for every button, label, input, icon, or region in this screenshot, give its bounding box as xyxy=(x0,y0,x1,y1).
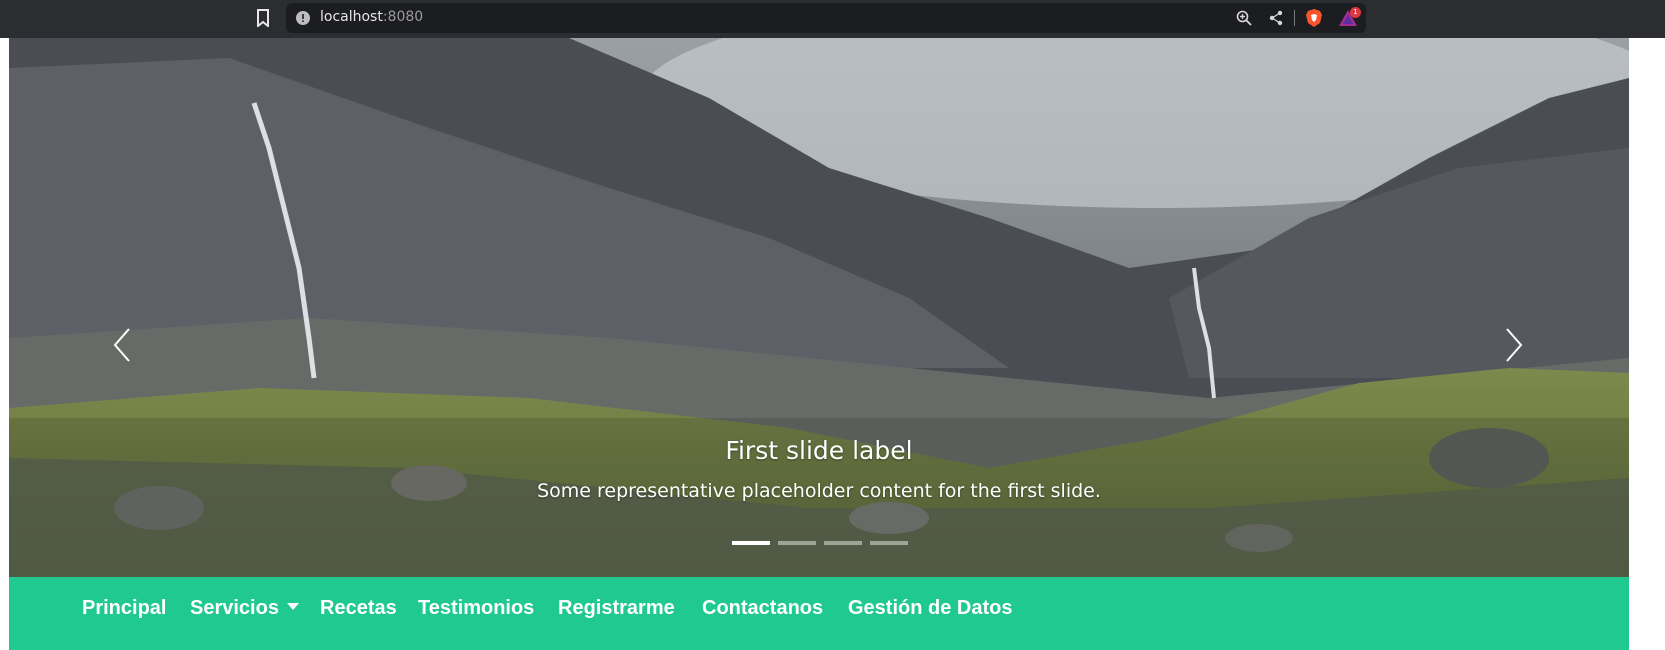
nav-label: Contactanos xyxy=(702,597,824,619)
carousel-next-button[interactable] xyxy=(1501,325,1527,365)
toolbar-divider xyxy=(1294,10,1295,26)
carousel-indicator[interactable] xyxy=(824,541,862,545)
url-host: localhost xyxy=(320,9,383,25)
carousel-indicator[interactable] xyxy=(870,541,908,545)
bookmark-icon[interactable] xyxy=(256,9,270,27)
nav-item-testimonios[interactable]: Testimonios xyxy=(418,597,534,620)
hero-carousel: First slide label Some representative pl… xyxy=(9,38,1629,577)
dropdown-caret-icon xyxy=(286,603,299,610)
nav-item-servicios[interactable]: Servicios xyxy=(190,597,299,620)
main-navbar: Principal Servicios Recetas Testimonios … xyxy=(9,577,1629,650)
carousel-caption-title: First slide label xyxy=(725,436,913,465)
carousel-indicator[interactable] xyxy=(778,541,816,545)
nav-label: Servicios xyxy=(190,597,279,619)
browser-toolbar: localhost:8080 1 xyxy=(0,0,1665,38)
url-text[interactable]: localhost:8080 xyxy=(320,9,423,25)
nav-item-principal[interactable]: Principal xyxy=(82,597,166,620)
carousel-indicator[interactable] xyxy=(732,541,770,545)
nav-label: Recetas xyxy=(320,597,397,619)
nav-label: Principal xyxy=(82,597,167,619)
carousel-prev-button[interactable] xyxy=(109,325,135,365)
nav-item-gestion-de-datos[interactable]: Gestión de Datos xyxy=(848,597,1012,620)
share-icon[interactable] xyxy=(1268,10,1284,26)
rewards-badge: 1 xyxy=(1350,7,1361,18)
site-info-icon[interactable] xyxy=(296,11,310,25)
nav-label: Registrarme xyxy=(558,597,675,619)
nav-label: Gestión de Datos xyxy=(848,597,1013,619)
nav-label: Testimonios xyxy=(418,597,535,619)
url-port: :8080 xyxy=(382,9,424,25)
zoom-icon[interactable] xyxy=(1236,10,1252,26)
brave-shields-icon[interactable] xyxy=(1305,8,1323,28)
nav-item-contactanos[interactable]: Contactanos xyxy=(702,597,823,620)
carousel-caption-text: Some representative placeholder content … xyxy=(537,480,1101,502)
nav-item-recetas[interactable]: Recetas xyxy=(320,597,397,620)
address-bar[interactable]: localhost:8080 1 xyxy=(286,3,1366,33)
nav-item-registrarme[interactable]: Registrarme xyxy=(558,597,675,620)
